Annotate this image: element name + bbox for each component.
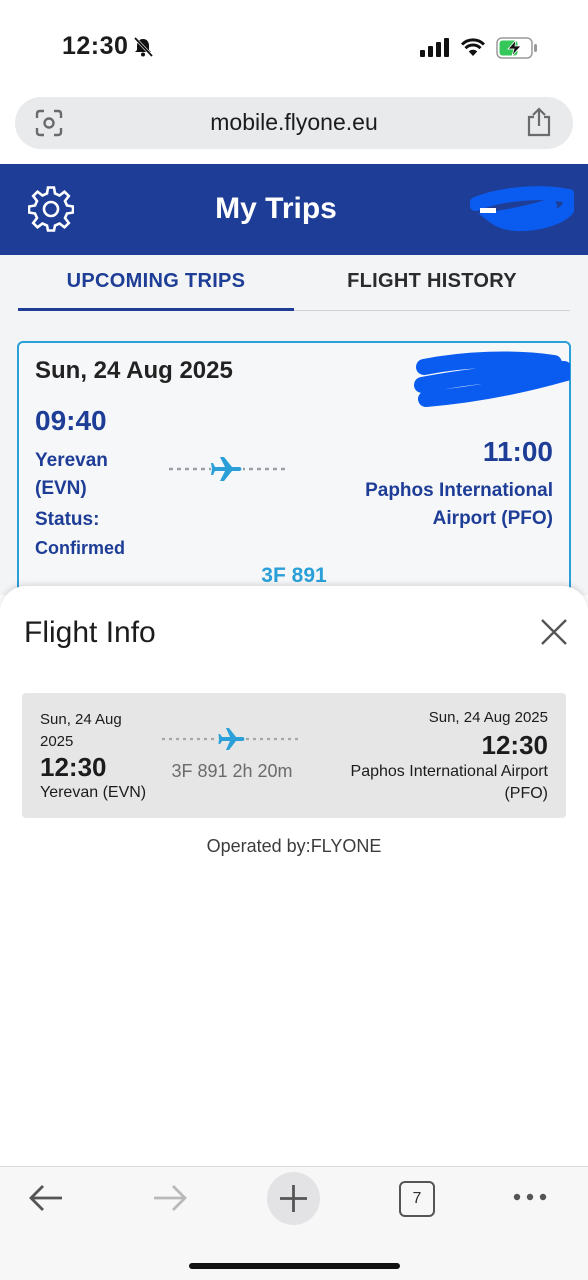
wifi-icon <box>460 38 486 56</box>
departure-time: 09:40 <box>35 405 107 436</box>
departure-city: Yerevan (EVN) <box>35 450 108 499</box>
close-icon[interactable] <box>540 618 568 646</box>
back-arrow-icon[interactable] <box>28 1183 64 1213</box>
app-header: My Trips <box>0 164 588 255</box>
browser-toolbar: 7 <box>0 1166 588 1280</box>
departure-date: Sun, 24 Aug 2025 <box>40 711 122 750</box>
tab-divider <box>294 310 570 311</box>
flight-number: 3F 891 <box>261 564 327 587</box>
flight-summary-box: Sun, 24 Aug 2025 12:30 Yerevan (EVN) 3F … <box>22 693 566 818</box>
plus-icon <box>280 1185 307 1212</box>
redaction-scribble <box>414 351 570 407</box>
tab-upcoming-trips[interactable]: UPCOMING TRIPS <box>18 270 294 293</box>
arrival-city: Paphos International Airport (PFO) <box>365 480 553 529</box>
status-bar: 12:30 <box>0 0 588 96</box>
arrival-city: Paphos International Airport (PFO) <box>350 763 548 802</box>
cellular-signal-icon <box>420 38 449 57</box>
plane-icon <box>211 457 243 481</box>
new-tab-button[interactable] <box>267 1172 320 1225</box>
route-line <box>162 728 302 750</box>
tabs-icon[interactable]: 7 <box>399 1181 435 1217</box>
tab-flight-history[interactable]: FLIGHT HISTORY <box>294 270 570 293</box>
flight-summary: 3F 891 2h 20m <box>171 761 293 781</box>
status-label: Status: <box>35 509 100 530</box>
departure-city: Yerevan (EVN) <box>40 784 147 801</box>
url-bar[interactable]: mobile.flyone.eu <box>15 97 573 149</box>
share-icon[interactable] <box>525 107 553 137</box>
trip-date: Sun, 24 Aug 2025 <box>35 357 233 384</box>
home-indicator <box>189 1263 400 1269</box>
arrival-time: 12:30 <box>481 730 549 760</box>
forward-arrow-icon[interactable] <box>152 1183 188 1213</box>
plane-icon <box>218 728 246 750</box>
flight-info-sheet: Flight Info Sun, 24 Aug 2025 12:30 Yerev… <box>0 586 588 1166</box>
arrival-time: 11:00 <box>482 436 553 467</box>
departure-time: 12:30 <box>40 752 107 782</box>
sheet-title: Flight Info <box>24 616 156 649</box>
trip-card[interactable]: Sun, 24 Aug 2025 09:40 Yerevan (EVN) Sta… <box>17 341 571 601</box>
url-text[interactable]: mobile.flyone.eu <box>15 109 573 136</box>
active-tab-indicator <box>18 308 294 311</box>
battery-charging-icon <box>496 37 537 59</box>
more-icon[interactable] <box>512 1191 548 1203</box>
arrival-date: Sun, 24 Aug 2025 <box>428 709 548 726</box>
status-time: 12:30 <box>62 32 129 60</box>
silent-bell-icon <box>133 36 154 58</box>
status-value: Confirmed <box>35 538 125 558</box>
route-line <box>169 457 289 481</box>
operated-by: Operated by:FLYONE <box>206 836 382 856</box>
redaction-scribble <box>470 186 574 232</box>
